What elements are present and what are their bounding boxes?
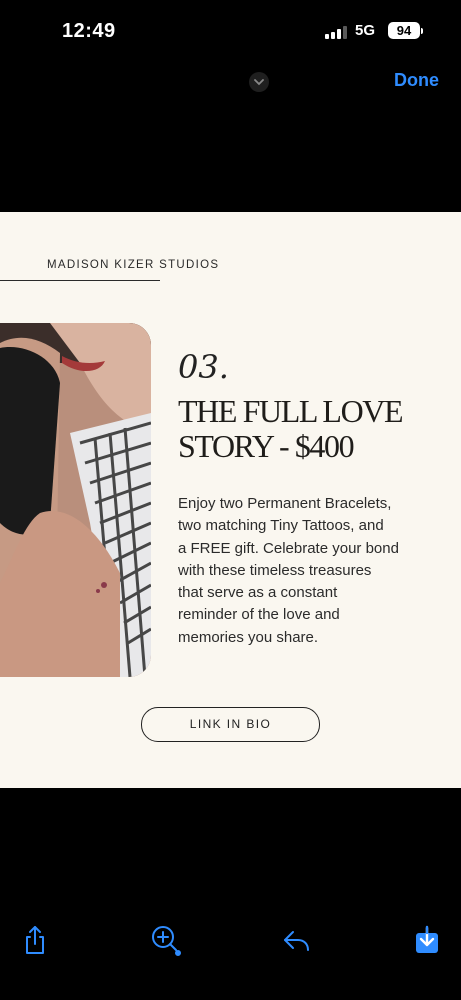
battery-icon: 94 — [388, 22, 420, 39]
status-bar: 12:49 5G 94 — [0, 0, 461, 60]
description-line: that serve as a constant — [178, 584, 338, 602]
share-icon[interactable] — [18, 923, 52, 957]
zoom-in-icon[interactable] — [148, 923, 182, 957]
description-line: memories you share. — [178, 628, 319, 646]
done-button[interactable]: Done — [394, 70, 439, 91]
section-number: 03. — [178, 348, 229, 386]
post-title-line-1: THE FULL LOVE — [178, 393, 404, 429]
description-line: reminder of the love and — [178, 606, 340, 624]
save-icon[interactable] — [410, 923, 444, 957]
network-label: 5G — [355, 22, 376, 39]
photo — [0, 323, 151, 677]
description-line: a FREE gift. Celebrate your bond — [178, 539, 399, 557]
battery-tip — [421, 28, 423, 34]
post-image: MADISON KIZER STUDIOS 03. THE FULL LOVE … — [0, 212, 461, 788]
link-in-bio-button: LINK IN BIO — [141, 707, 320, 742]
chevron-down-icon[interactable] — [249, 72, 269, 92]
divider-line — [0, 280, 160, 281]
post-title: THE FULL LOVE STORY - $400 — [178, 394, 418, 464]
status-time: 12:49 — [62, 20, 116, 42]
description-line: with these timeless treasures — [178, 561, 372, 579]
studio-name: MADISON KIZER STUDIOS — [47, 259, 220, 271]
cellular-signal-icon — [325, 26, 347, 39]
post-description: Enjoy two Permanent Bracelets, two match… — [178, 493, 423, 649]
bottom-toolbar — [0, 905, 461, 975]
reply-icon[interactable] — [280, 923, 314, 957]
description-line: Enjoy two Permanent Bracelets, — [178, 495, 392, 512]
post-title-line-2: STORY - $400 — [178, 428, 355, 464]
description-line: two matching Tiny Tattoos, and — [178, 517, 384, 535]
